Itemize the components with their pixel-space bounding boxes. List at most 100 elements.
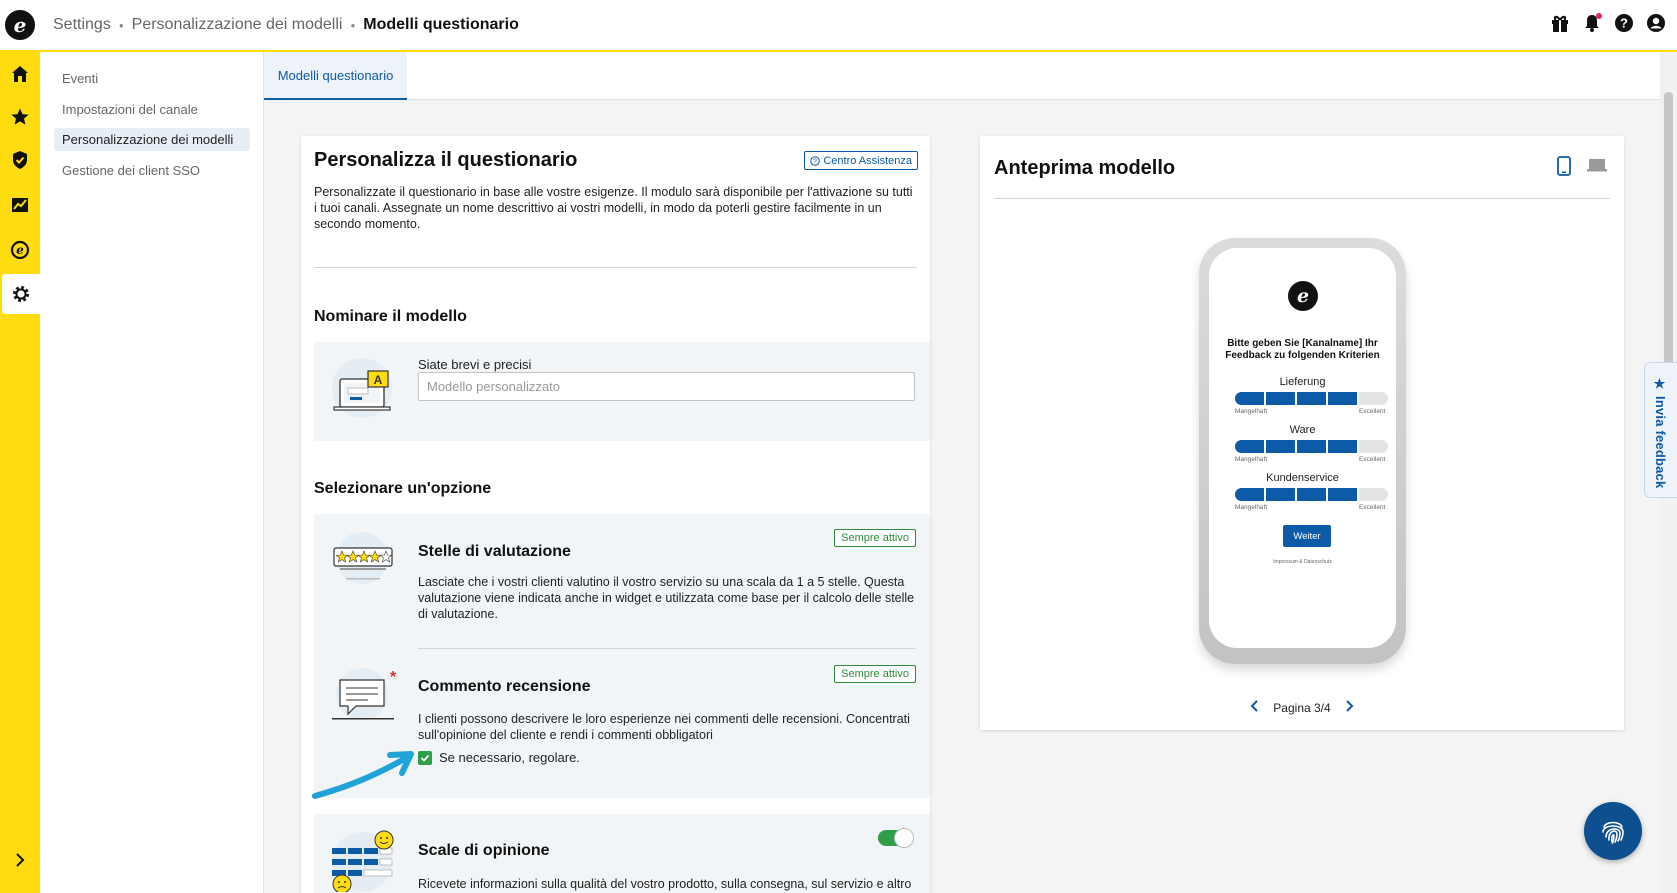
mandatory-comment-checkbox-row[interactable]: Se necessario, regolare. [418, 750, 580, 765]
gear-icon[interactable] [2, 274, 40, 314]
scale-low-label: Mangelhaft [1235, 504, 1268, 511]
option-rating-stars-description: Lasciate che i vostri clienti valutino i… [418, 575, 915, 621]
bell-icon[interactable] [1581, 12, 1603, 34]
send-feedback-tab[interactable]: ★ Invia feedback [1644, 362, 1677, 498]
settings-subnav: Eventi Impostazioni del canale Personali… [40, 52, 264, 893]
phone-footer-link[interactable]: Impressum & Datenschutz [1209, 559, 1396, 565]
toggle-knob [894, 828, 914, 848]
rating-segment [1297, 488, 1326, 501]
breadcrumb-personalizzazione[interactable]: Personalizzazione dei modelli [132, 16, 343, 34]
rating-segment [1359, 488, 1388, 501]
help-icon[interactable]: ? [1613, 12, 1635, 34]
breadcrumb-separator-icon: ● [350, 20, 356, 30]
criterion-rating-bar[interactable] [1235, 488, 1388, 501]
rating-segment [1328, 392, 1357, 405]
help-center-label: Centro Assistenza [823, 154, 912, 167]
breadcrumb: Settings ● Personalizzazione dei modelli… [53, 16, 519, 34]
scale-high-label: Excellent [1359, 456, 1386, 463]
page-indicator: Pagina 3/4 [1273, 700, 1331, 715]
opinion-scales-toggle[interactable] [878, 828, 914, 848]
laptop-illustration-icon: A [332, 358, 392, 418]
rating-segment [1359, 440, 1388, 453]
preview-card: Anteprima modello e Bitte geben Sie [Kan… [980, 136, 1624, 730]
device-switcher [1556, 156, 1608, 179]
account-icon[interactable] [1645, 12, 1667, 34]
criterion-label: Ware [1289, 424, 1316, 436]
rating-segment [1235, 488, 1264, 501]
template-name-input[interactable] [418, 372, 915, 401]
main-nav-rail: e [0, 52, 40, 893]
shield-icon[interactable] [0, 140, 40, 180]
trusted-icon[interactable]: e [0, 230, 40, 270]
main-content: Modelli questionario Personalizza il que… [264, 52, 1660, 893]
scale-low-label: Mangelhaft [1235, 456, 1268, 463]
breadcrumb-separator-icon: ● [118, 20, 124, 30]
help-circle-icon: ? [810, 155, 821, 166]
rating-segment [1235, 392, 1264, 405]
option-review-comment-title: Commento recensione [418, 678, 591, 695]
page-title: Modelli questionario [363, 16, 519, 33]
rating-segment [1297, 392, 1326, 405]
preview-divider [994, 198, 1610, 199]
desktop-icon[interactable] [1586, 156, 1608, 179]
scale-high-label: Excellent [1359, 504, 1386, 511]
fingerprint-button[interactable] [1584, 802, 1642, 860]
options-section-title: Selezionare un'opzione [314, 480, 492, 497]
chevron-left-icon[interactable] [1249, 699, 1261, 716]
divider [314, 267, 917, 268]
review-comment-illustration-icon: * [332, 668, 397, 720]
criterion-label: Kundenservice [1266, 472, 1339, 484]
top-bar: e Settings ● Personalizzazione dei model… [0, 0, 1677, 52]
mobile-icon[interactable] [1556, 156, 1572, 179]
option-review-comment-description: I clienti possono descrivere le loro esp… [418, 712, 910, 742]
phone-next-button[interactable]: Weiter [1283, 525, 1331, 547]
header-actions: ? [1549, 12, 1667, 34]
gift-icon[interactable] [1549, 12, 1571, 34]
rating-segment [1266, 392, 1295, 405]
chevron-right-icon[interactable] [0, 840, 40, 880]
criterion-rating-bar[interactable] [1235, 392, 1388, 405]
breadcrumb-settings[interactable]: Settings [53, 16, 111, 34]
analytics-icon[interactable] [0, 185, 40, 225]
notification-dot [1596, 13, 1602, 19]
subnav-item-personalizzazione[interactable]: Personalizzazione dei modelli [54, 128, 250, 151]
rating-segment [1266, 440, 1295, 453]
mandatory-comment-label: Se necessario, regolare. [439, 750, 580, 765]
opinion-scales-panel: Scale di opinione Ricevete informazioni … [314, 814, 930, 893]
rating-segment [1328, 488, 1357, 501]
rating-segment [1328, 440, 1357, 453]
svg-text:*: * [390, 669, 397, 686]
svg-text:?: ? [1620, 16, 1628, 31]
chevron-right-icon[interactable] [1343, 699, 1355, 716]
tab-bar: Modelli questionario [264, 52, 1660, 100]
option-opinion-scales-title: Scale di opinione [418, 842, 550, 859]
preview-title: Anteprima modello [994, 157, 1176, 179]
trusted-shops-logo[interactable]: e [5, 10, 35, 40]
help-center-link[interactable]: ? Centro Assistenza [804, 151, 918, 170]
subnav-item-eventi[interactable]: Eventi [54, 67, 250, 90]
subnav-item-impostazioni-canale[interactable]: Impostazioni del canale [54, 98, 250, 121]
always-active-badge: Sempre attivo [834, 665, 916, 683]
customize-title: Personalizza il questionario [314, 149, 578, 171]
customize-intro: Personalizzate il questionario in base a… [314, 185, 913, 231]
criterion-rating-bar[interactable] [1235, 440, 1388, 453]
name-panel: A Siate brevi e precisi [314, 342, 930, 441]
scale-high-label: Excellent [1359, 408, 1386, 415]
tab-modelli-questionario[interactable]: Modelli questionario [264, 52, 407, 100]
mandatory-comment-checkbox[interactable] [418, 750, 432, 765]
template-name-label: Siate brevi e precisi [418, 357, 532, 372]
always-active-badge: Sempre attivo [834, 529, 916, 547]
rating-segment [1235, 440, 1264, 453]
name-section-title: Nominare il modello [314, 308, 467, 325]
home-icon[interactable] [0, 54, 40, 94]
phone-preview: e Bitte geben Sie [Kanalname] Ihr Feedba… [1199, 238, 1406, 664]
rating-stars-illustration-icon [333, 532, 393, 584]
phone-screen: e Bitte geben Sie [Kanalname] Ihr Feedba… [1209, 248, 1396, 648]
svg-text:A: A [374, 373, 383, 387]
annotation-arrow-icon [312, 751, 414, 799]
subnav-item-sso[interactable]: Gestione dei client SSO [54, 159, 250, 182]
option-rating-stars-title: Stelle di valutazione [418, 543, 571, 560]
preview-pager: Pagina 3/4 [980, 699, 1624, 716]
criterion-label: Lieferung [1279, 376, 1326, 388]
star-icon[interactable] [0, 97, 40, 137]
